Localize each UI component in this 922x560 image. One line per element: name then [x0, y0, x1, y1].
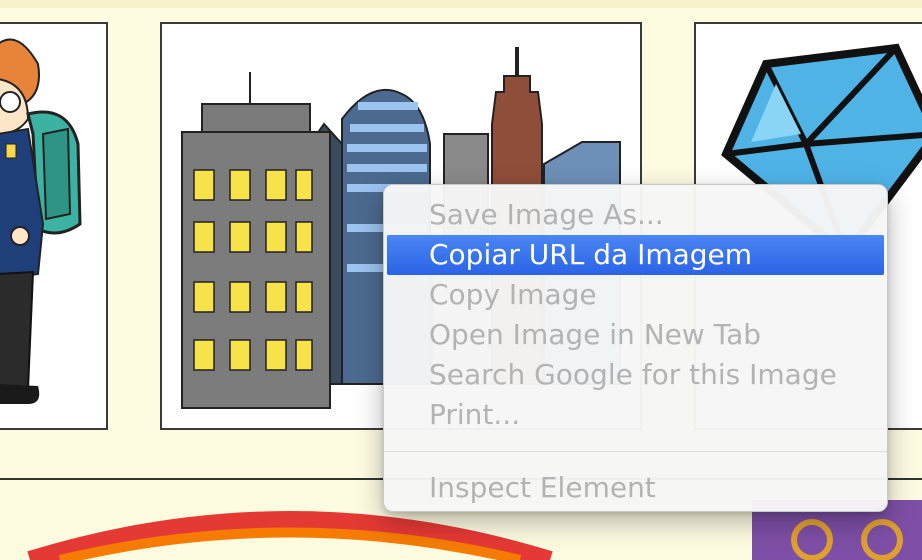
- menu-item-print[interactable]: Print...: [384, 395, 887, 435]
- image-context-menu: Save Image As... Copiar URL da Imagem Co…: [383, 184, 888, 512]
- menu-item-save-image-as[interactable]: Save Image As...: [384, 195, 887, 235]
- menu-separator: [384, 451, 887, 452]
- menu-item-open-image-new-tab[interactable]: Open Image in New Tab: [384, 315, 887, 355]
- menu-item-copy-image[interactable]: Copy Image: [384, 275, 887, 315]
- student-image-card[interactable]: [0, 22, 108, 430]
- menu-item-search-google-image[interactable]: Search Google for this Image: [384, 355, 887, 395]
- menu-item-copy-image-url[interactable]: Copiar URL da Imagem: [387, 235, 884, 275]
- menu-item-inspect-element[interactable]: Inspect Element: [384, 468, 887, 508]
- page-top-strip: [0, 0, 922, 8]
- student-with-backpack-icon: [0, 38, 82, 404]
